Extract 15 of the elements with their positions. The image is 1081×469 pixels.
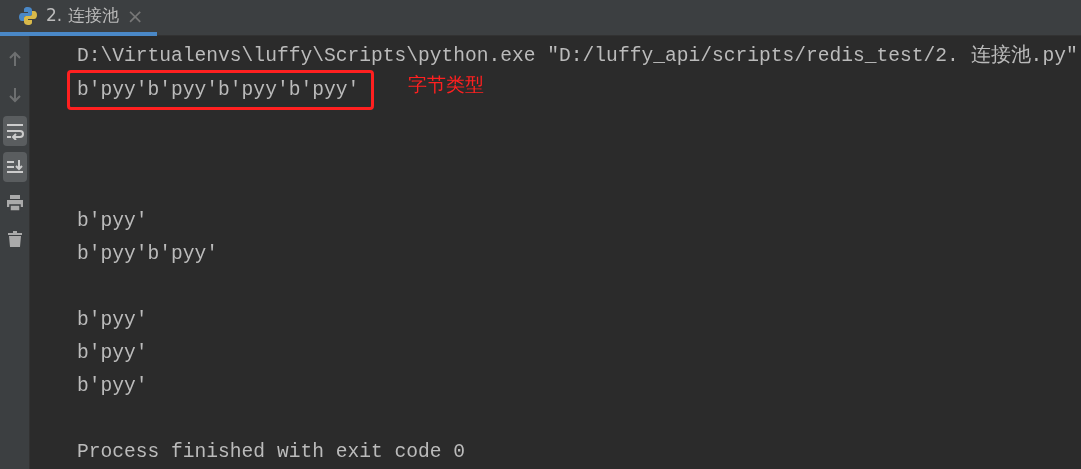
python-icon xyxy=(18,6,38,26)
console-line: D:\Virtualenvs\luffy\Scripts\python.exe "D:/luffy_api/scripts/redis_test/2. 连接池.py" xyxy=(77,43,1078,69)
toolbar-button[interactable] xyxy=(2,116,27,146)
trash-icon xyxy=(5,230,24,248)
annotation-label: 字节类型 xyxy=(408,72,485,97)
toolbar-button[interactable] xyxy=(2,152,27,182)
printer-icon xyxy=(5,194,24,212)
scroll-to-end-icon xyxy=(5,158,24,176)
console-line: Process finished with exit code 0 xyxy=(77,440,466,465)
console-line: b'pyy' xyxy=(77,209,148,234)
soft-wrap-icon xyxy=(5,122,24,140)
console-line: b'pyy'b'pyy' xyxy=(77,242,219,267)
console-line: b'pyy' xyxy=(77,308,148,333)
console-line: b'pyy' xyxy=(77,374,148,399)
console-line: b'pyy' xyxy=(77,341,148,366)
